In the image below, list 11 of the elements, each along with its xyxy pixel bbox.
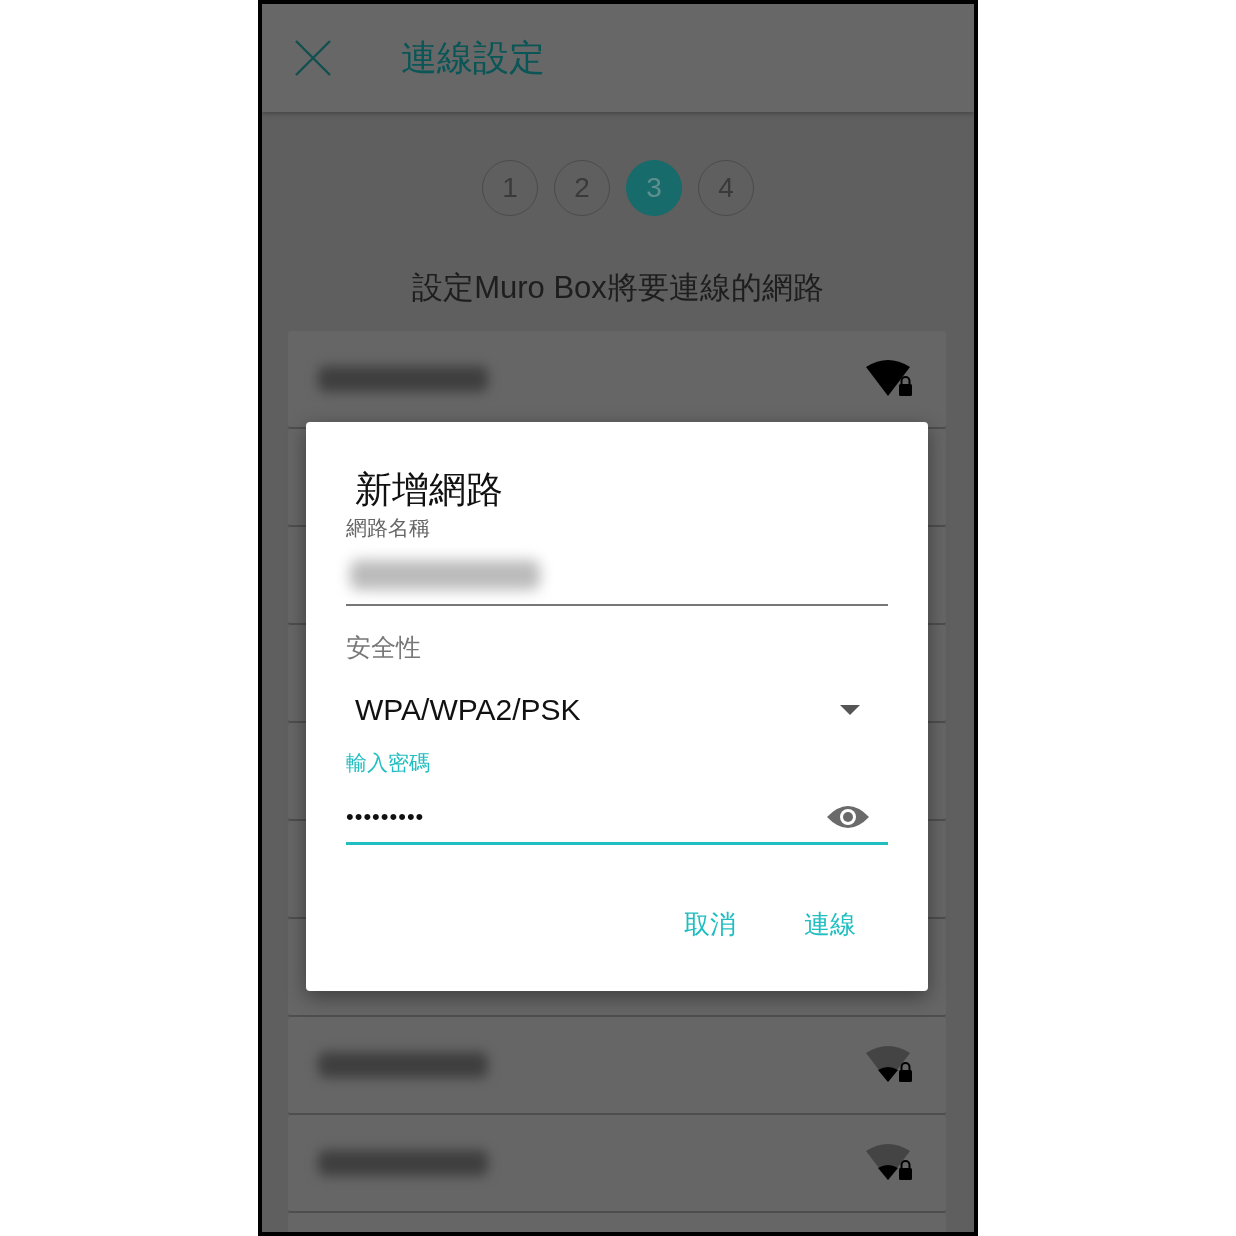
network-row[interactable] xyxy=(288,331,946,429)
security-dropdown[interactable]: WPA/WPA2/PSK xyxy=(355,693,581,727)
step-indicator: 3 xyxy=(626,160,682,216)
page-title: 連線設定 xyxy=(401,35,545,80)
dropdown-caret-icon[interactable] xyxy=(840,705,860,715)
instruction-text: 設定Muro Box將要連線的網路 xyxy=(412,269,824,307)
field-label: 安全性 xyxy=(346,632,422,662)
dialog-title: 新增網路 xyxy=(355,468,504,512)
field-label: 輸入密碼 xyxy=(346,750,431,776)
field-label: 網路名稱 xyxy=(346,515,431,541)
eye-icon[interactable] xyxy=(826,803,870,831)
